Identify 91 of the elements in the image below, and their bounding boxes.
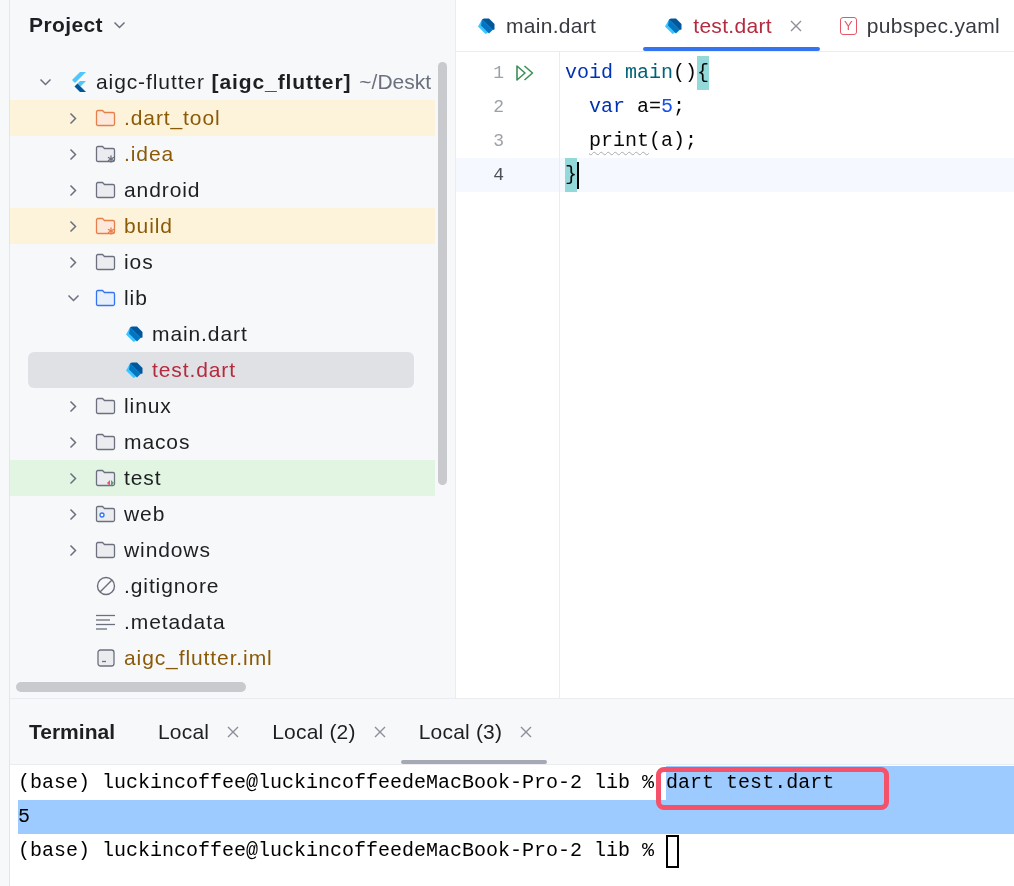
folder-icon (95, 289, 116, 307)
file-type-badge: Y (839, 16, 857, 35)
tree-item[interactable]: linux (10, 388, 435, 424)
line-number: 3 (492, 131, 504, 151)
editor-tab[interactable]: main.dart (456, 0, 644, 51)
tree-item[interactable]: .gitignore (10, 568, 435, 604)
document-icon (96, 649, 115, 667)
folder-icon (95, 505, 116, 523)
tree-item[interactable]: .idea (10, 136, 435, 172)
item-label: aigc-flutter [aigc_flutter] (96, 70, 352, 94)
terminal-text: (base) luckincoffee@luckincoffeedeMacBook-Pro-2 lib % (18, 770, 656, 796)
line-number: 4 (492, 165, 504, 185)
folder-icon (95, 253, 116, 271)
code-line: print(a); (588, 128, 698, 154)
folder-icon (95, 109, 116, 127)
tree-item[interactable]: build (10, 208, 435, 244)
tree-item[interactable]: main.dart (10, 316, 435, 352)
chevron-right-icon[interactable] (69, 111, 77, 125)
chevron-right-icon[interactable] (69, 399, 77, 413)
chevron-right-icon[interactable] (69, 543, 77, 557)
chevron-down-icon[interactable] (66, 294, 80, 302)
folder-icon (95, 469, 116, 487)
terminal-tab[interactable]: Local (3) (400, 699, 548, 764)
chevron-down-icon[interactable] (113, 21, 126, 29)
chevron-right-icon[interactable] (69, 255, 77, 269)
item-label: build (124, 214, 173, 238)
item-label: .metadata (124, 610, 226, 634)
tree-item[interactable]: .metadata (10, 604, 435, 640)
terminal-text: dart test.dart (666, 766, 1014, 800)
tree-item[interactable]: .dart_tool (10, 100, 435, 136)
terminal-tab[interactable]: Local (2) (254, 699, 401, 764)
text-cursor (577, 161, 579, 189)
run-icon[interactable] (515, 64, 535, 82)
item-label: linux (124, 394, 172, 418)
tree-item[interactable]: aigc_flutter.iml (10, 640, 435, 676)
file-icon (123, 360, 144, 380)
folder-icon (95, 145, 116, 163)
horizontal-scrollbar[interactable] (16, 682, 246, 692)
prohibited-icon (95, 576, 116, 596)
chevron-right-icon[interactable] (69, 471, 77, 485)
panel-title: Project (29, 13, 103, 37)
line-number: 1 (492, 63, 504, 83)
chevron-right-icon[interactable] (69, 147, 77, 161)
item-label: lib (124, 286, 148, 310)
tree-item[interactable]: web (10, 496, 435, 532)
code-line: var a=5; (588, 94, 686, 120)
item-label: main.dart (152, 322, 248, 346)
tree-item[interactable]: windows (10, 532, 435, 568)
file-icon (123, 324, 144, 344)
item-label: .dart_tool (124, 106, 221, 130)
item-label: .gitignore (124, 574, 220, 598)
line-number: 2 (492, 97, 504, 117)
close-icon[interactable] (227, 725, 240, 738)
item-label: ios (124, 250, 154, 274)
close-icon[interactable] (373, 725, 386, 738)
tree-item[interactable]: test (10, 460, 435, 496)
chevron-right-icon[interactable] (69, 219, 77, 233)
item-label: windows (124, 538, 211, 562)
chevron-right-icon[interactable] (69, 507, 77, 521)
tree-item[interactable]: android (10, 172, 435, 208)
folder-icon (95, 217, 116, 235)
item-label: aigc_flutter.iml (124, 646, 273, 670)
tree-item[interactable]: ios (10, 244, 435, 280)
folder-icon (95, 181, 116, 199)
terminal-tab[interactable]: Local (139, 699, 255, 764)
item-label: android (124, 178, 201, 202)
item-label: test.dart (152, 358, 236, 382)
item-label: test (124, 466, 162, 490)
folder-icon (95, 397, 116, 415)
vertical-scrollbar[interactable] (438, 62, 447, 485)
text-lines-icon (96, 614, 115, 630)
chevron-right-icon[interactable] (69, 183, 77, 197)
panel-title: Terminal (29, 719, 115, 744)
chevron-down-icon[interactable] (38, 78, 52, 86)
chevron-right-icon[interactable] (69, 435, 77, 449)
terminal-text: (base) luckincoffee@luckincoffeedeMacBook-Pro-2 lib % (18, 838, 656, 864)
close-icon[interactable] (520, 725, 533, 738)
item-label: web (124, 502, 166, 526)
tree-item[interactable]: lib (10, 280, 435, 316)
item-label: .idea (124, 142, 175, 166)
tree-item[interactable]: macos (10, 424, 435, 460)
code-line: void main(){ (565, 56, 710, 90)
editor-tab[interactable]: Y pubspec.yaml (819, 0, 1014, 51)
folder-icon (95, 433, 116, 451)
terminal-text: 5 (18, 800, 1014, 834)
editor-tab[interactable]: test.dart (643, 0, 820, 51)
tree-item[interactable]: aigc-flutter [aigc_flutter] ~/Deskt (10, 64, 435, 100)
close-icon[interactable] (789, 19, 802, 32)
item-path: ~/Deskt (359, 70, 432, 94)
folder-icon (95, 541, 116, 559)
item-label: macos (124, 430, 191, 454)
